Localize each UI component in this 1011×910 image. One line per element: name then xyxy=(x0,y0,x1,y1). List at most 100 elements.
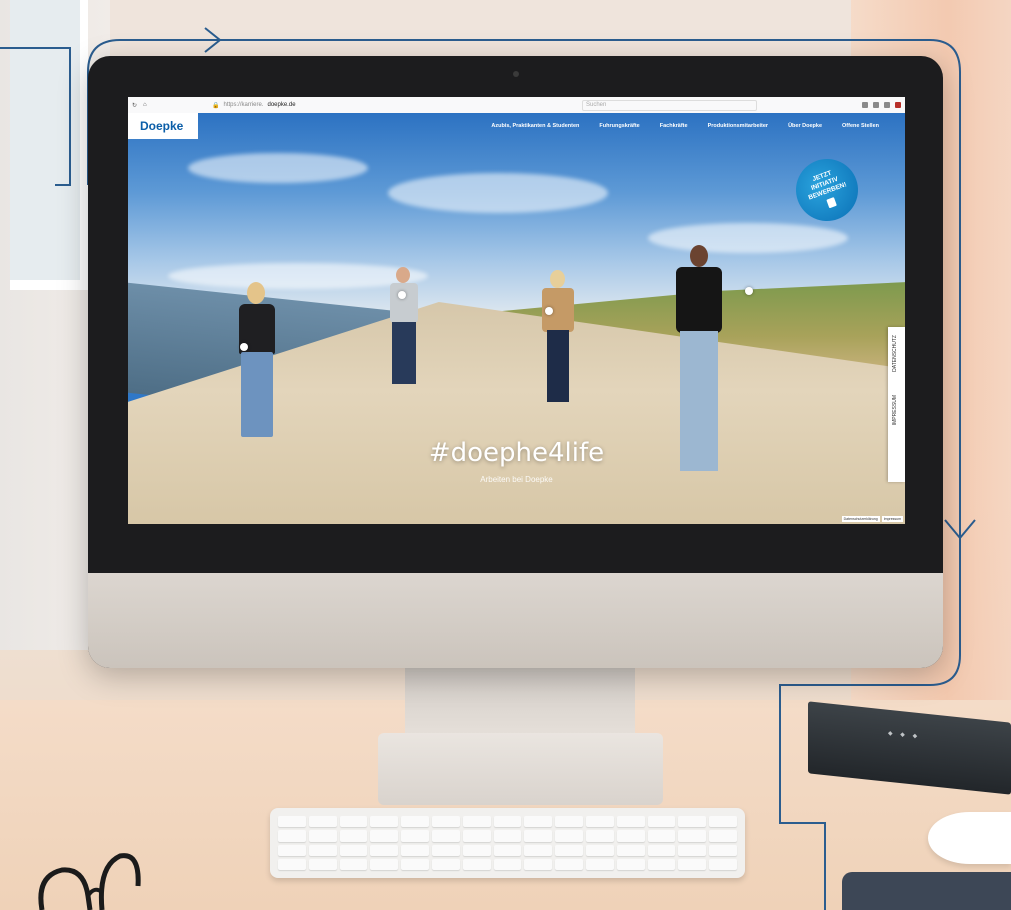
main-nav: Azubis, Praktikanten & Studenten Fuhrung… xyxy=(491,113,879,139)
keyboard-key xyxy=(431,858,460,870)
keyboard-key xyxy=(709,844,737,856)
keyboard-key xyxy=(647,830,676,842)
person-3 xyxy=(538,270,578,408)
nav-item-azubis[interactable]: Azubis, Praktikanten & Studenten xyxy=(491,123,579,129)
keyboard-key xyxy=(524,830,553,842)
hotspot-1[interactable] xyxy=(240,343,248,351)
keyboard-key xyxy=(647,858,676,870)
nav-item-offene-stellen[interactable]: Offene Stellen xyxy=(842,123,879,129)
keyboard-key xyxy=(585,816,614,828)
keyboard-key xyxy=(709,830,737,842)
keyboard-key xyxy=(370,844,399,856)
keyboard-key xyxy=(401,830,429,842)
keyboard-key xyxy=(493,830,522,842)
keyboard-key xyxy=(308,830,337,842)
footer-link-datenschutz[interactable]: Datenschutzerklärung xyxy=(841,516,880,522)
nav-item-fachkraefte[interactable]: Fachkräfte xyxy=(660,123,688,129)
browser-extensions xyxy=(862,102,905,108)
hotspot-2[interactable] xyxy=(398,291,406,299)
nav-item-fuhrungskraefte[interactable]: Fuhrungskräfte xyxy=(599,123,639,129)
keyboard-key xyxy=(555,830,583,842)
person-2 xyxy=(386,267,422,387)
nav-item-produktion[interactable]: Produktionsmitarbeiter xyxy=(708,123,769,129)
keyboard-key xyxy=(431,830,460,842)
pouch xyxy=(842,872,1011,910)
document-icon xyxy=(826,197,837,209)
nav-item-ueber-doepke[interactable]: Über Doepke xyxy=(788,123,822,129)
keyboard-key xyxy=(524,858,553,870)
extension-icon[interactable] xyxy=(895,102,901,108)
side-tab-impressum[interactable]: IMPRESSUM xyxy=(892,395,898,425)
keyboard-key xyxy=(401,858,429,870)
site-header: Doepke Azubis, Praktikanten & Studenten … xyxy=(128,113,905,139)
keyboard-key xyxy=(308,858,337,870)
keyboard-key xyxy=(278,858,306,870)
keyboard-key xyxy=(555,858,583,870)
monitor-base xyxy=(378,733,663,805)
keyboard-key xyxy=(370,858,399,870)
screen: ↻ ⌂ 🔒 https://karriere.doepke.de Suchen xyxy=(128,97,905,524)
keyboard-key xyxy=(278,830,306,842)
keyboard-key xyxy=(462,844,491,856)
mouse xyxy=(928,812,1011,864)
side-tab-datenschutz[interactable]: DATENSCHUTZ xyxy=(892,335,898,372)
notebook-label: ◆ ◆ ◆ xyxy=(888,730,921,741)
monitor: ↻ ⌂ 🔒 https://karriere.doepke.de Suchen xyxy=(88,56,943,668)
camera-icon xyxy=(513,71,519,77)
keyboard-key xyxy=(278,816,306,828)
keyboard-key xyxy=(678,816,707,828)
url-domain: doepke.de xyxy=(267,102,296,108)
keyboard-key xyxy=(524,816,553,828)
hero-subtitle: Arbeiten bei Doepke xyxy=(480,475,553,484)
keyboard-key xyxy=(555,844,583,856)
hotspot-3[interactable] xyxy=(545,307,553,315)
keyboard-key xyxy=(339,830,368,842)
library-icon[interactable] xyxy=(862,102,868,108)
sidebar-icon[interactable] xyxy=(873,102,879,108)
hotspot-4[interactable] xyxy=(745,287,753,295)
keyboard-key xyxy=(308,816,337,828)
home-icon[interactable]: ⌂ xyxy=(143,102,147,109)
keyboard-key xyxy=(555,816,583,828)
keyboard-key xyxy=(647,816,676,828)
keyboard-key xyxy=(585,830,614,842)
keyboard-key xyxy=(678,830,707,842)
keyboard-key xyxy=(678,844,707,856)
connector-line-top xyxy=(0,47,71,186)
keyboard-key xyxy=(370,816,399,828)
keyboard-key xyxy=(339,844,368,856)
keyboard-key xyxy=(493,816,522,828)
keyboard-key xyxy=(616,816,645,828)
monitor-stand xyxy=(405,668,635,738)
hero-title: #doephe4life xyxy=(428,438,605,468)
glasses-icon xyxy=(38,853,141,910)
footer-links: Datenschutzerklärung Impressum xyxy=(841,516,903,522)
keyboard-key xyxy=(431,816,460,828)
keyboard-key xyxy=(524,844,553,856)
keyboard-key xyxy=(647,844,676,856)
reload-icon[interactable]: ↻ xyxy=(132,102,137,109)
keyboard-key xyxy=(308,844,337,856)
keyboard-key xyxy=(585,858,614,870)
doepke-logo[interactable]: Doepke xyxy=(128,113,198,139)
keyboard-key xyxy=(278,844,306,856)
keyboard-key xyxy=(493,858,522,870)
keyboard-key xyxy=(616,858,645,870)
url-prefix: https://karriere. xyxy=(223,102,264,108)
footer-link-impressum[interactable]: Impressum xyxy=(881,516,903,522)
keyboard-key xyxy=(401,816,429,828)
person-1 xyxy=(233,282,283,442)
browser-toolbar: ↻ ⌂ 🔒 https://karriere. doepke.de Suchen xyxy=(128,97,905,114)
keyboard-key xyxy=(462,830,491,842)
keyboard-key xyxy=(339,816,368,828)
keyboard xyxy=(270,808,745,878)
keyboard-key xyxy=(339,858,368,870)
search-input[interactable]: Suchen xyxy=(582,99,757,111)
keyboard-key xyxy=(585,844,614,856)
keyboard-key xyxy=(401,844,429,856)
keyboard-key xyxy=(709,816,737,828)
address-bar[interactable]: 🔒 https://karriere. doepke.de xyxy=(212,100,552,110)
keyboard-key xyxy=(709,858,737,870)
keyboard-key xyxy=(493,844,522,856)
account-icon[interactable] xyxy=(884,102,890,108)
